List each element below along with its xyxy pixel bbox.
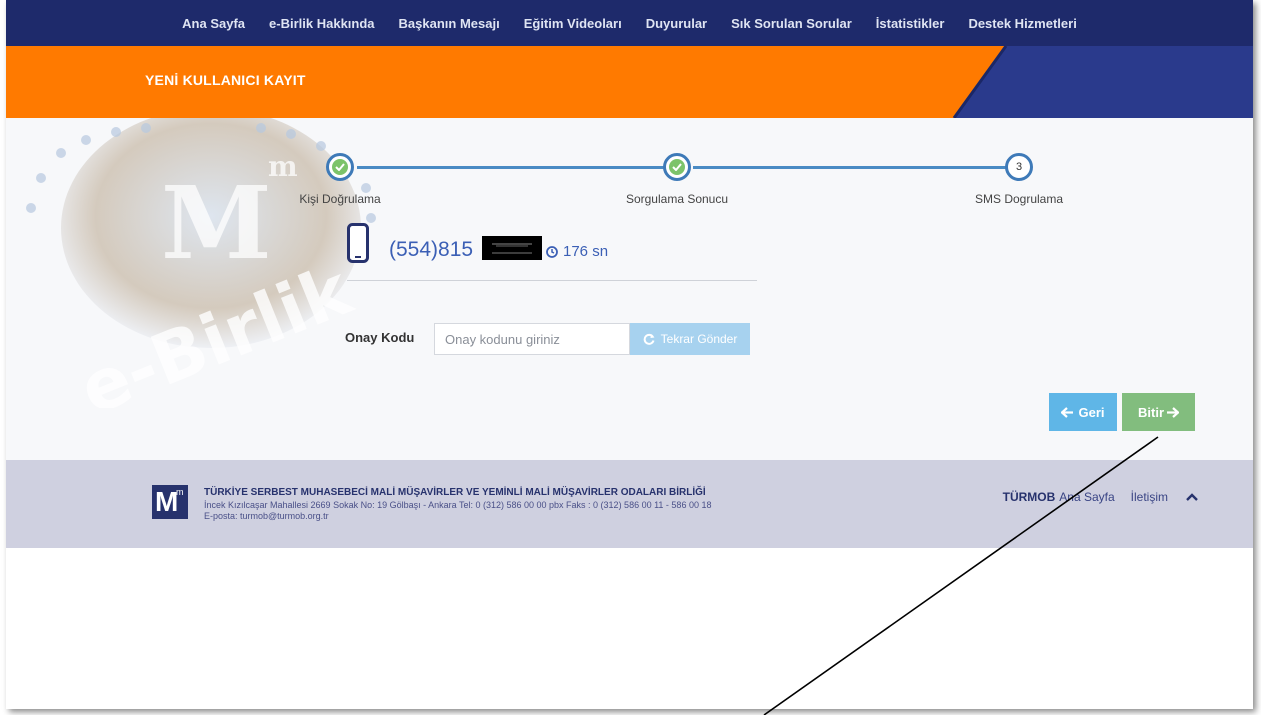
footer: M m TÜRKİYE SERBEST MUHASEBECİ MALİ MÜŞA… xyxy=(6,460,1253,548)
step-1-circle xyxy=(326,153,354,181)
refresh-icon xyxy=(643,333,655,345)
check-icon xyxy=(332,159,348,175)
resend-label: Tekrar Gönder xyxy=(660,332,738,346)
nav-item-destek-hizmetleri[interactable]: Destek Hizmetleri xyxy=(968,16,1076,31)
arrow-left-icon xyxy=(1061,406,1074,418)
step-2-circle xyxy=(663,153,691,181)
step-connector-2 xyxy=(693,166,1013,169)
arrow-right-icon xyxy=(1167,406,1179,418)
footer-link-home[interactable]: Ana Sayfa xyxy=(1059,490,1114,504)
nav-item-ana-sayfa[interactable]: Ana Sayfa xyxy=(182,16,245,31)
phone-row: (554)815 176 sn xyxy=(347,219,757,281)
page-title: YENİ KULLANICI KAYIT xyxy=(145,72,306,88)
step-3-number: 3 xyxy=(1015,161,1023,173)
clock-icon xyxy=(546,245,558,258)
nav-item-sss[interactable]: Sık Sorulan Sorular xyxy=(731,16,852,31)
nav-item-duyurular[interactable]: Duyurular xyxy=(646,16,707,31)
step-3-circle: 3 xyxy=(1005,153,1033,181)
nav-item-egitim-videolari[interactable]: Eğitim Videoları xyxy=(524,16,622,31)
footer-links: TÜRMOB Ana Sayfa İletişim xyxy=(1003,490,1198,504)
approval-code-input[interactable] xyxy=(434,323,630,355)
nav-item-e-birlik-hakkinda[interactable]: e-Birlik Hakkında xyxy=(269,16,375,31)
footer-link-contact[interactable]: İletişim xyxy=(1131,490,1168,504)
back-button[interactable]: Geri xyxy=(1049,393,1117,431)
nav-list: Ana Sayfa e-Birlik Hakkında Başkanın Mes… xyxy=(6,0,1253,46)
phone-number: (554)815 xyxy=(389,238,474,261)
registration-panel: M m e-Birlik 3 Kişi Doğrulama Sorgulama … xyxy=(6,118,1253,460)
top-navigation: Ana Sayfa e-Birlik Hakkında Başkanın Mes… xyxy=(6,0,1253,46)
logo-letter: M xyxy=(155,486,179,517)
nav-item-istatistikler[interactable]: İstatistikler xyxy=(876,16,945,31)
check-icon xyxy=(669,159,685,175)
step-connector-1 xyxy=(357,166,678,169)
org-email: E-posta: turmob@turmob.org.tr xyxy=(204,511,329,521)
redaction-block xyxy=(482,236,542,260)
org-address: İncek Kızılcaşar Mahallesi 2669 Sokak No… xyxy=(204,500,712,510)
mobile-phone-icon xyxy=(347,223,369,263)
nav-item-baskanin-mesaji[interactable]: Başkanın Mesajı xyxy=(399,16,500,31)
page-banner: YENİ KULLANICI KAYIT xyxy=(6,46,1253,118)
footer-link-brand[interactable]: TÜRMOB xyxy=(1003,490,1056,504)
finish-button[interactable]: Bitir xyxy=(1122,393,1195,431)
chevron-up-icon[interactable] xyxy=(1186,493,1198,501)
step-3-label: SMS Dogrulama xyxy=(974,192,1064,206)
resend-button[interactable]: Tekrar Gönder xyxy=(630,323,750,355)
org-name: TÜRKİYE SERBEST MUHASEBECİ MALİ MÜŞAVİRL… xyxy=(204,487,706,498)
step-1-label: Kişi Doğrulama xyxy=(299,192,381,206)
countdown-timer: 176 sn xyxy=(546,243,608,260)
back-label: Geri xyxy=(1078,404,1105,420)
finish-label: Bitir xyxy=(1138,404,1164,420)
browser-page: Ana Sayfa e-Birlik Hakkında Başkanın Mes… xyxy=(6,0,1253,709)
svg-text:M: M xyxy=(161,164,272,282)
timer-value: 176 sn xyxy=(563,243,609,260)
logo-sup: m xyxy=(176,487,184,497)
turmob-logo: M m xyxy=(152,485,188,519)
approval-code-label: Onay Kodu xyxy=(345,330,415,345)
svg-text:m: m xyxy=(268,150,298,183)
step-2-label: Sorgulama Sonucu xyxy=(625,192,729,206)
